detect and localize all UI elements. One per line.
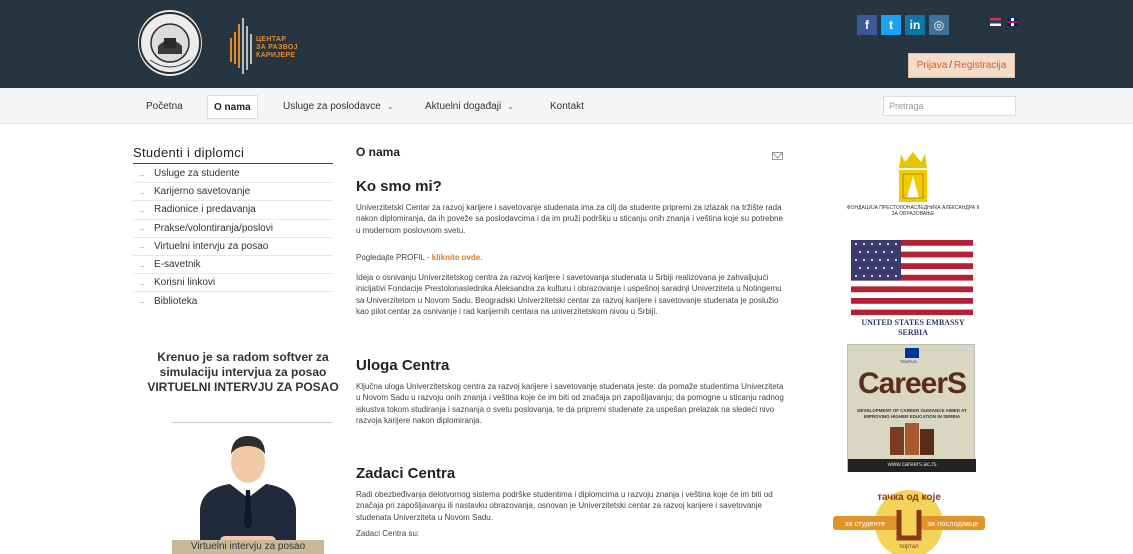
mail-icon[interactable] — [772, 152, 783, 160]
eu-flag-icon — [905, 348, 919, 358]
sidebar-item-useful-links[interactable]: → Korisni linkovi — [133, 274, 333, 293]
nav-current-events[interactable]: Aktuelni događaji ⌄ — [425, 88, 514, 124]
sidebar-title: Studenti i diplomci — [133, 145, 245, 160]
promo-divider — [172, 422, 332, 423]
nav-home[interactable]: Početna — [146, 88, 183, 124]
tacka-portal-logo[interactable]: тачка од које за студенте за послодавце … — [833, 482, 985, 554]
site-header: ЦЕНТАР ЗА РАЗВОЈ КАРИЈЕРЕ f t in ◎ Prija… — [0, 0, 1133, 88]
paragraph-tasks-list-intro: Zadaci Centra su: — [356, 529, 420, 538]
section-heading-who-we-are: Ko smo mi? — [356, 178, 442, 195]
tacka-right-text: за послодавце — [927, 519, 978, 528]
career-center-logo-text: ЦЕНТАР ЗА РАЗВОЈ КАРИЈЕРЕ — [256, 36, 298, 59]
books-icon — [890, 423, 934, 455]
linkedin-icon[interactable]: in — [905, 15, 925, 35]
career-center-logo[interactable]: ЦЕНТАР ЗА РАЗВОЈ КАРИЈЕРЕ — [228, 18, 318, 74]
tacka-bottom-text: портал — [899, 544, 919, 550]
nav-about[interactable]: O nama — [207, 95, 258, 119]
social-links: f t in ◎ — [857, 15, 949, 35]
register-link[interactable]: Registracija — [954, 60, 1006, 71]
promo-caption[interactable]: Virtuelni intervju za posao — [172, 540, 324, 554]
us-flag-image[interactable] — [851, 240, 973, 315]
section-heading-role: Uloga Centra — [356, 357, 450, 374]
sidebar-item-career-counseling[interactable]: → Karijerno savetovanje — [133, 183, 333, 202]
facebook-icon[interactable]: f — [857, 15, 877, 35]
chevron-down-icon: ⌄ — [507, 101, 514, 111]
us-embassy-text: UNITED STATES EMBASSY SERBIA — [861, 318, 965, 337]
paragraph-profile: Pogledajte PROFIL - kliknite ovde. — [356, 253, 483, 262]
sidebar-item-virtual-interview[interactable]: → Virtuelni intervju za posao — [133, 238, 333, 256]
login-link[interactable]: Prijava — [917, 60, 948, 71]
sidebar-item-library[interactable]: → Biblioteka — [133, 292, 333, 310]
login-register-box: Prijava / Registracija — [908, 53, 1015, 78]
tacka-left-text: за студенте — [845, 519, 886, 528]
arrow-right-icon: → — [137, 259, 146, 270]
sidebar-menu: → Usluge za studente → Karijerno savetovan… — [133, 165, 333, 311]
arrow-right-icon: → — [137, 168, 146, 179]
profile-link[interactable]: kliknite ovde — [432, 253, 480, 262]
sidebar-item-e-advisor[interactable]: → E-savetnik — [133, 256, 333, 275]
sidebar-item-internships[interactable]: → Prakse/volontiranja/poslovi — [133, 220, 333, 238]
serbian-flag-icon[interactable] — [990, 18, 1001, 26]
page-title: O nama — [356, 145, 401, 159]
paragraph-idea: Ideja o osnivanju Univerzitetskog centra… — [356, 273, 782, 317]
paragraph-who-we-are: Univerzitetski Centar za razvoj karijere… — [356, 203, 783, 235]
arrow-right-icon: → — [137, 277, 146, 288]
arrow-right-icon: → — [137, 241, 146, 252]
chevron-down-icon: ⌄ — [386, 101, 394, 111]
foundation-text: ФОНДАЦИЈА ПРЕСТОЛОНАСЛЕДНИКА АЛЕКСАНДРА … — [846, 205, 980, 217]
sidebar-item-student-services[interactable]: → Usluge za studente — [133, 165, 333, 184]
nav-employer-services[interactable]: Usluge za poslodavce ⌄ — [283, 88, 394, 124]
paragraph-role: Ključna uloga Univerzitetskog centra za … — [356, 382, 784, 426]
sidebar-divider — [133, 163, 333, 164]
tacka-top-text: тачка од које — [877, 492, 941, 503]
virtual-interview-promo: Krenuo je sa radom softver za simulaciju… — [147, 350, 339, 394]
arrow-right-icon: → — [137, 223, 146, 234]
instagram-icon[interactable]: ◎ — [929, 15, 949, 35]
arrow-right-icon: → — [137, 296, 146, 307]
login-separator: / — [949, 60, 953, 71]
careers-project-banner[interactable]: TEMPUS CareerS DEVELOPMENT OF CAREER GUI… — [847, 344, 976, 472]
paragraph-tasks: Radi obezbeđivanja delotvornog sistema p… — [356, 490, 773, 522]
english-flag-icon[interactable] — [1007, 18, 1018, 26]
language-switcher — [990, 18, 1018, 26]
nav-contact[interactable]: Kontakt — [550, 88, 584, 124]
arrow-right-icon: → — [137, 186, 146, 197]
university-seal-logo[interactable] — [138, 10, 202, 76]
virtual-interview-person-image[interactable] — [172, 424, 324, 554]
foundation-crown-logo[interactable] — [891, 150, 935, 204]
sidebar-item-workshops[interactable]: → Radionice i predavanja — [133, 201, 333, 220]
arrow-right-icon: → — [137, 204, 146, 215]
section-heading-tasks: Zadaci Centra — [356, 465, 456, 482]
career-center-bars-icon — [230, 18, 252, 74]
twitter-icon[interactable]: t — [881, 15, 901, 35]
search-input[interactable] — [883, 96, 1016, 116]
